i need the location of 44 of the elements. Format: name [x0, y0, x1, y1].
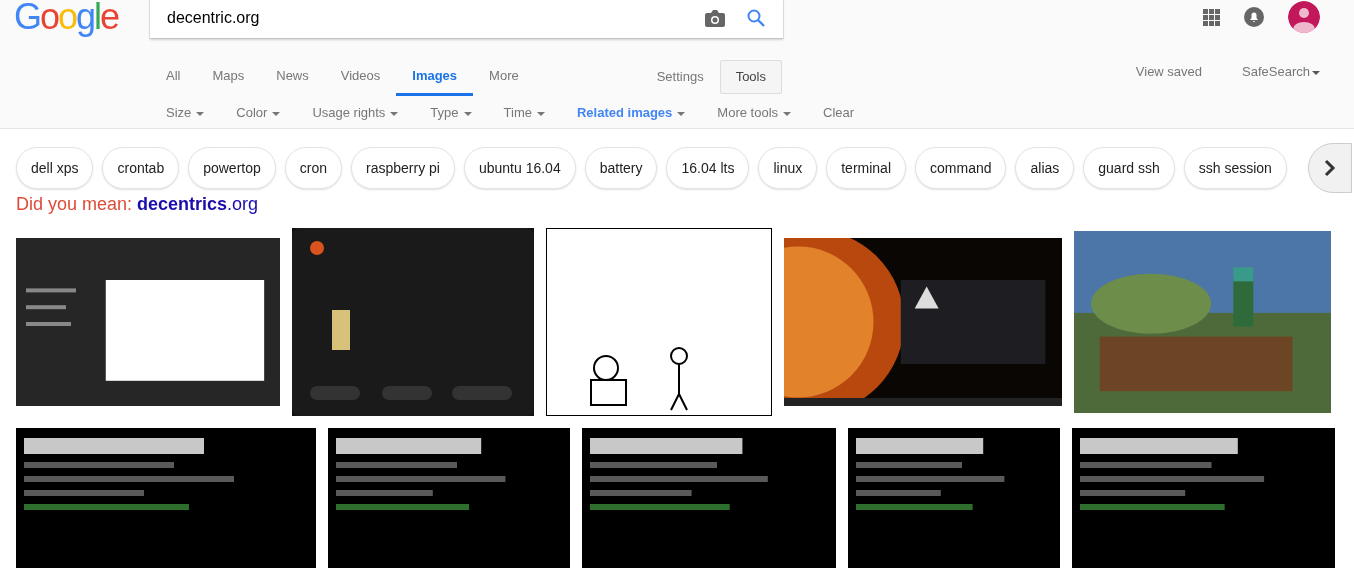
- nav-tab[interactable]: News: [260, 58, 325, 96]
- related-search-chip[interactable]: raspberry pi: [351, 147, 455, 189]
- related-search-chip[interactable]: dell xps: [16, 147, 94, 189]
- filter-dropdown[interactable]: Related images: [560, 103, 702, 123]
- search-bar[interactable]: decentric.org: [150, 0, 783, 38]
- related-search-chip[interactable]: powertop: [188, 147, 276, 189]
- related-search-chip[interactable]: linux: [758, 147, 818, 189]
- related-search-chip[interactable]: terminal: [826, 147, 906, 189]
- chevron-right-icon[interactable]: [1324, 159, 1336, 177]
- filter-dropdown[interactable]: Time: [487, 103, 561, 123]
- filter-dropdown[interactable]: Size: [150, 103, 221, 123]
- filter-dropdown[interactable]: Usage rights: [296, 103, 415, 123]
- related-search-chip[interactable]: command: [915, 147, 1007, 189]
- related-search-chip[interactable]: cron: [284, 147, 342, 189]
- avatar-icon[interactable]: [1288, 1, 1320, 33]
- next-button[interactable]: [1308, 143, 1352, 193]
- nav-tab[interactable]: Videos: [324, 58, 397, 96]
- filter-dropdown[interactable]: Type: [414, 103, 488, 123]
- related-search-chip[interactable]: crontab: [102, 147, 180, 189]
- nav-tab[interactable]: More: [473, 58, 535, 96]
- did-you-mean-label: Did you mean:: [16, 194, 134, 214]
- spelling-suggestion-link[interactable]: decentrics.org: [137, 194, 259, 214]
- related-search-chip[interactable]: 16.04 lts: [666, 147, 750, 189]
- filter-dropdown[interactable]: More tools: [701, 103, 808, 123]
- search-input[interactable]: decentric.org: [150, 5, 705, 31]
- logo-text[interactable]: Google: [14, 0, 150, 37]
- related-search-chip[interactable]: ssh session: [1183, 147, 1287, 189]
- apps-grid-icon[interactable]: [1203, 8, 1220, 26]
- notification-bell-icon[interactable]: [1244, 7, 1264, 27]
- safesearch-dropdown[interactable]: SafeSearch: [1242, 62, 1320, 82]
- nav-tab[interactable]: Maps: [196, 58, 261, 96]
- filter-dropdown[interactable]: Color: [220, 103, 297, 123]
- nav-tab[interactable]: All: [150, 58, 197, 96]
- related-search-chip[interactable]: guard ssh: [1083, 147, 1175, 189]
- related-search-chip[interactable]: battery: [584, 147, 658, 189]
- view-saved-link[interactable]: View saved: [1135, 62, 1203, 82]
- related-search-chip[interactable]: ubuntu 16.04: [463, 147, 576, 189]
- search-icon[interactable]: [747, 9, 765, 27]
- nav-tab[interactable]: Images: [396, 58, 474, 96]
- tools-button[interactable]: Tools: [719, 60, 782, 94]
- camera-icon[interactable]: [705, 9, 725, 27]
- settings-link[interactable]: Settings: [640, 67, 720, 87]
- related-search-chip[interactable]: alias: [1015, 147, 1075, 189]
- clear-link[interactable]: Clear: [807, 103, 871, 123]
